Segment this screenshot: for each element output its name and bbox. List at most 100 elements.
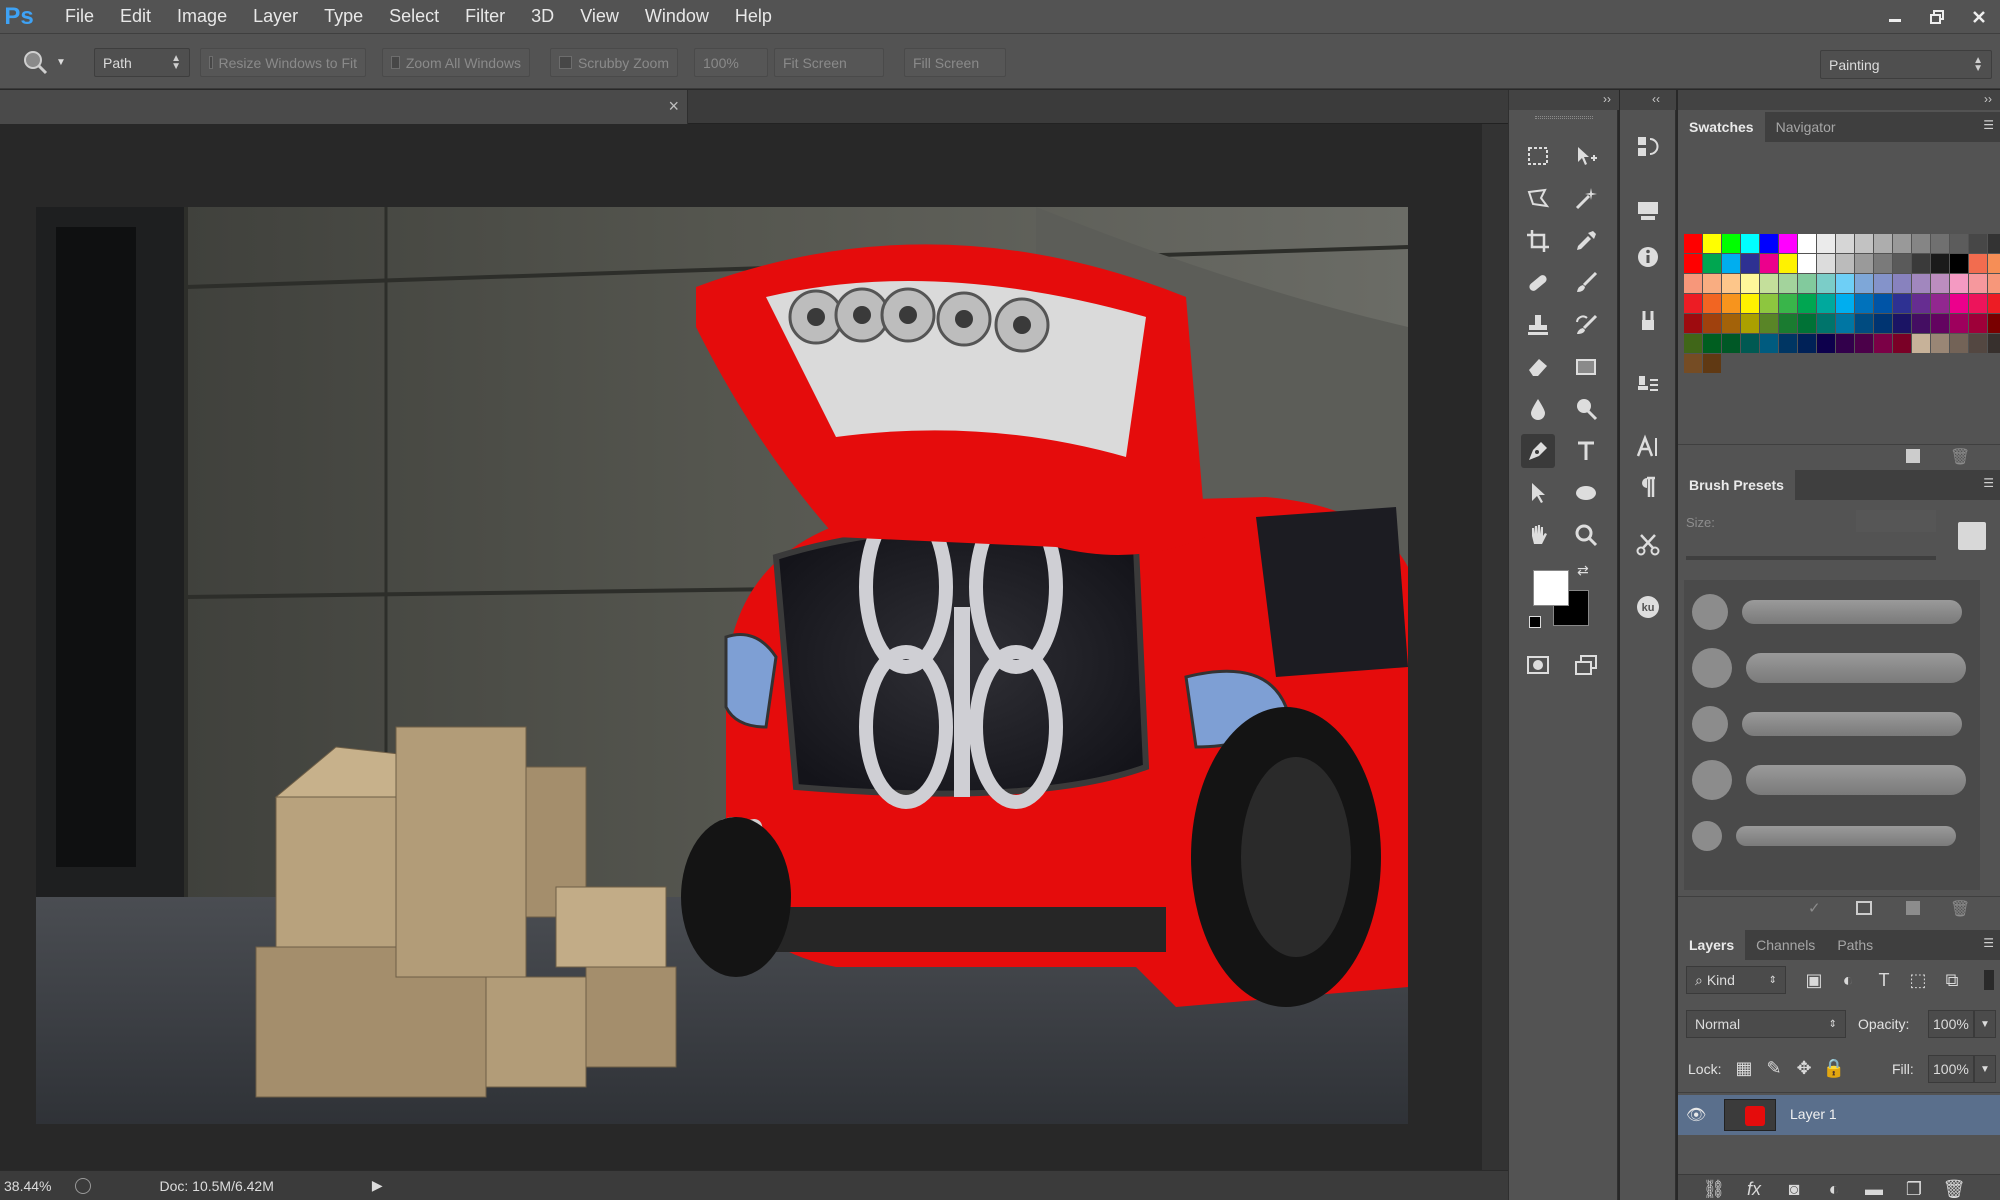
dock-paragraph-button[interactable] bbox=[1631, 470, 1665, 504]
filter-smart-object-icon[interactable]: ⧉ bbox=[1940, 968, 1964, 992]
new-brush-icon[interactable] bbox=[1906, 901, 1920, 915]
swatch[interactable] bbox=[1779, 314, 1797, 333]
ellipse-tool[interactable] bbox=[1569, 476, 1603, 510]
lasso-tool[interactable] bbox=[1521, 182, 1555, 216]
menu-help[interactable]: Help bbox=[722, 0, 785, 33]
swatch[interactable] bbox=[1798, 274, 1816, 293]
swatch[interactable] bbox=[1741, 254, 1759, 273]
dock-adjustments-button[interactable] bbox=[1631, 194, 1665, 228]
collapse-panel-icon[interactable]: ›› bbox=[1603, 92, 1611, 106]
collapse-panels-icon[interactable]: ›› bbox=[1984, 92, 1992, 106]
swatch[interactable] bbox=[1779, 254, 1797, 273]
swatch[interactable] bbox=[1874, 314, 1892, 333]
swatch[interactable] bbox=[1722, 254, 1740, 273]
swatch[interactable] bbox=[1969, 254, 1987, 273]
swatch[interactable] bbox=[1893, 274, 1911, 293]
swatches-grid[interactable] bbox=[1684, 234, 2000, 373]
swatch[interactable] bbox=[1703, 294, 1721, 313]
size-field[interactable] bbox=[1856, 510, 1936, 532]
swatch[interactable] bbox=[1703, 334, 1721, 353]
toggle-brush-panel-icon[interactable]: ✓ bbox=[1808, 899, 1821, 917]
opacity-field[interactable]: 100% bbox=[1928, 1010, 1974, 1038]
swatch[interactable] bbox=[1779, 234, 1797, 253]
visibility-eye-icon[interactable]: 👁 bbox=[1686, 1105, 1706, 1125]
quick-mask-button[interactable] bbox=[1521, 648, 1555, 682]
swatch[interactable] bbox=[1931, 254, 1949, 273]
swatch[interactable] bbox=[1798, 334, 1816, 353]
dock-scissors-button[interactable] bbox=[1631, 528, 1665, 562]
expand-panels-icon[interactable]: ‹‹ bbox=[1652, 92, 1660, 106]
swatch[interactable] bbox=[1988, 234, 2000, 253]
swatch[interactable] bbox=[1703, 314, 1721, 333]
swatch[interactable] bbox=[1817, 254, 1835, 273]
resize-windows-checkbox[interactable]: Resize Windows to Fit bbox=[200, 48, 366, 77]
swatch[interactable] bbox=[1893, 314, 1911, 333]
tab-channels[interactable]: Channels bbox=[1745, 930, 1826, 960]
opacity-dropdown[interactable]: ▼ bbox=[1974, 1010, 1996, 1038]
mode-select[interactable]: Path ▲ ▼ bbox=[94, 48, 190, 77]
swatch[interactable] bbox=[1969, 274, 1987, 293]
swatch[interactable] bbox=[1779, 274, 1797, 293]
history-brush-tool[interactable] bbox=[1569, 308, 1603, 342]
adjustment-layer-icon[interactable]: ◐ bbox=[1822, 1177, 1846, 1200]
swatch[interactable] bbox=[1760, 334, 1778, 353]
swatch[interactable] bbox=[1779, 334, 1797, 353]
swatch[interactable] bbox=[1874, 294, 1892, 313]
swatch[interactable] bbox=[1722, 274, 1740, 293]
swatch[interactable] bbox=[1760, 294, 1778, 313]
swatch[interactable] bbox=[1836, 254, 1854, 273]
filter-pixel-icon[interactable]: ▣ bbox=[1802, 968, 1826, 992]
swatch[interactable] bbox=[1741, 274, 1759, 293]
document-canvas-image[interactable] bbox=[36, 207, 1408, 1124]
swatch[interactable] bbox=[1931, 314, 1949, 333]
filter-toggle-switch[interactable] bbox=[1984, 970, 1994, 990]
crop-tool[interactable] bbox=[1521, 224, 1555, 258]
swatch[interactable] bbox=[1798, 234, 1816, 253]
fill-screen-button[interactable]: Fill Screen bbox=[904, 48, 1006, 77]
swatch[interactable] bbox=[1912, 314, 1930, 333]
status-info-icon[interactable] bbox=[75, 1177, 92, 1194]
hand-tool[interactable] bbox=[1521, 518, 1555, 552]
swatch[interactable] bbox=[1741, 314, 1759, 333]
brush-preset-item[interactable] bbox=[1690, 648, 1976, 688]
swatch[interactable] bbox=[1931, 274, 1949, 293]
filter-shape-icon[interactable]: ⬚ bbox=[1906, 968, 1930, 992]
swatch[interactable] bbox=[1836, 234, 1854, 253]
healing-brush-tool[interactable] bbox=[1521, 266, 1555, 300]
brush-options-button[interactable] bbox=[1958, 522, 1986, 550]
menu-filter[interactable]: Filter bbox=[452, 0, 518, 33]
swatch[interactable] bbox=[1684, 294, 1702, 313]
fit-screen-button[interactable]: Fit Screen bbox=[774, 48, 884, 77]
swatch[interactable] bbox=[1969, 334, 1987, 353]
brush-tool[interactable] bbox=[1569, 266, 1603, 300]
swatch[interactable] bbox=[1798, 294, 1816, 313]
layer-style-icon[interactable]: fx bbox=[1742, 1177, 1766, 1200]
swatch[interactable] bbox=[1760, 274, 1778, 293]
brush-presets-list[interactable] bbox=[1684, 580, 1980, 890]
swatch[interactable] bbox=[1836, 294, 1854, 313]
swatch[interactable] bbox=[1969, 234, 1987, 253]
swatch[interactable] bbox=[1912, 274, 1930, 293]
panel-menu-icon[interactable]: ☰ bbox=[1983, 118, 1994, 132]
lock-image-pixels-icon[interactable]: ✎ bbox=[1762, 1056, 1786, 1080]
screen-mode-button[interactable] bbox=[1569, 648, 1603, 682]
dock-history-button[interactable] bbox=[1631, 130, 1665, 164]
swatch[interactable] bbox=[1950, 314, 1968, 333]
layer-name[interactable]: Layer 1 bbox=[1790, 1106, 1837, 1122]
swatch[interactable] bbox=[1703, 354, 1721, 373]
swatch[interactable] bbox=[1760, 314, 1778, 333]
swatch[interactable] bbox=[1874, 254, 1892, 273]
swatch[interactable] bbox=[1703, 254, 1721, 273]
menu-3d[interactable]: 3D bbox=[518, 0, 567, 33]
swatch[interactable] bbox=[1817, 234, 1835, 253]
zoom-level[interactable]: 38.44% bbox=[4, 1178, 51, 1194]
swatch[interactable] bbox=[1684, 334, 1702, 353]
swatch[interactable] bbox=[1722, 234, 1740, 253]
zoom-all-checkbox[interactable]: Zoom All Windows bbox=[382, 48, 530, 77]
swatch[interactable] bbox=[1931, 294, 1949, 313]
path-selection-tool[interactable] bbox=[1521, 476, 1555, 510]
swatch[interactable] bbox=[1950, 234, 1968, 253]
swatch[interactable] bbox=[1893, 254, 1911, 273]
close-button[interactable] bbox=[1958, 0, 2000, 33]
swatch[interactable] bbox=[1988, 294, 2000, 313]
